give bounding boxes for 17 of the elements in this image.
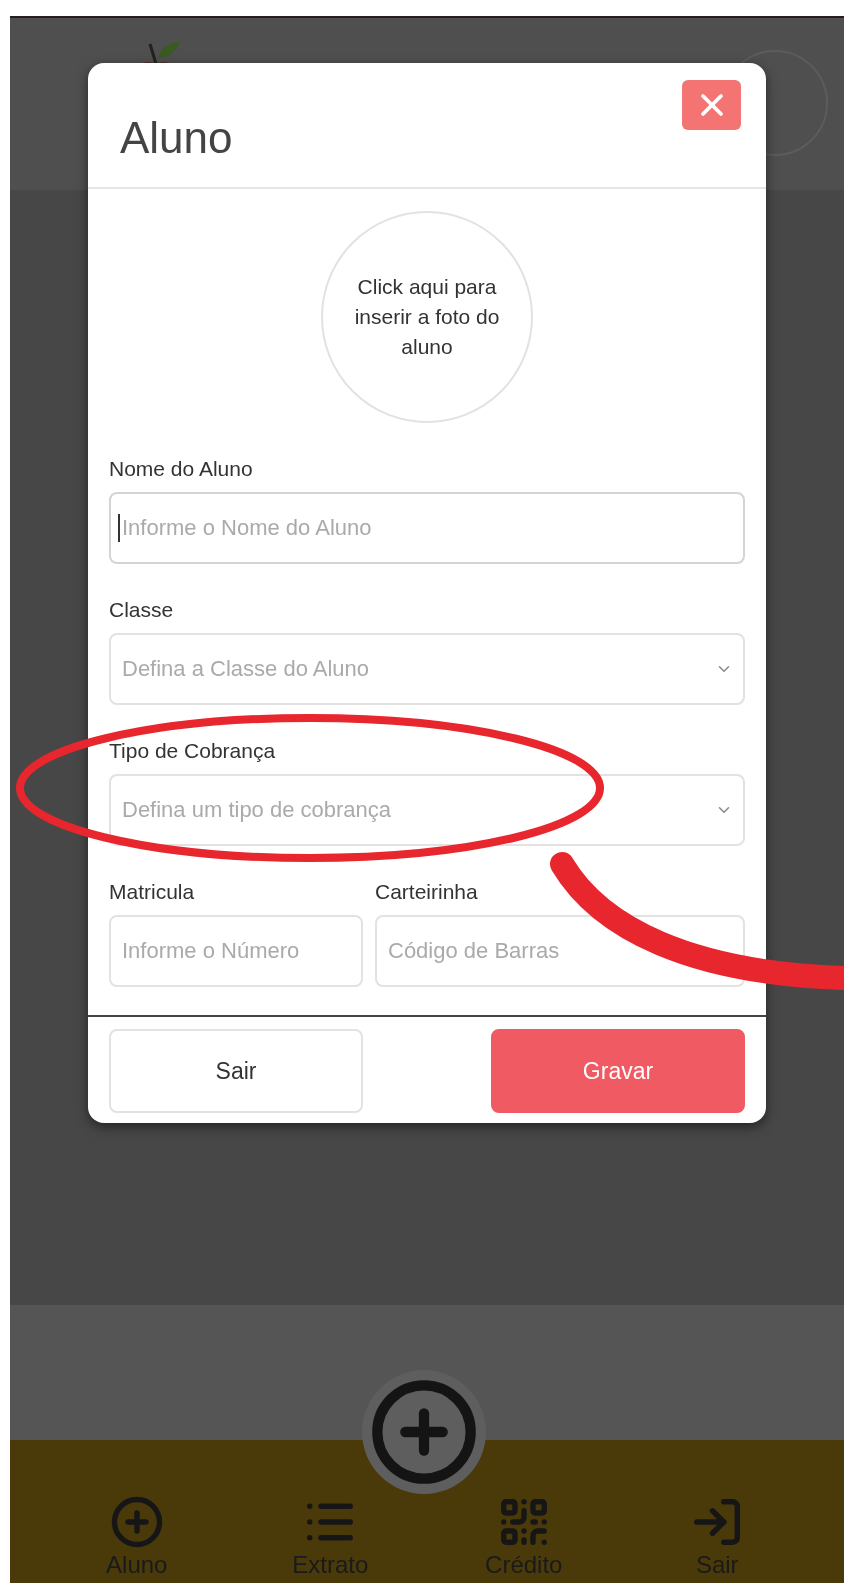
dialog-title: Aluno (120, 113, 234, 163)
field-label: Carteirinha (375, 880, 478, 904)
input-field[interactable]: Código de Barras (375, 915, 745, 987)
select-field[interactable]: Defina um tipo de cobrança (109, 774, 745, 846)
save-button[interactable]: Gravar (491, 1029, 745, 1113)
exit-button[interactable]: Sair (109, 1029, 363, 1113)
close-button[interactable] (682, 80, 741, 130)
input-field[interactable]: Informe o Número (109, 915, 363, 987)
field-label: Nome do Aluno (109, 457, 253, 481)
plus-circle-icon (109, 1495, 164, 1549)
photo-upload-circle[interactable]: Click aqui para inserir a foto do aluno (321, 211, 533, 423)
field-label: Matricula (109, 880, 195, 904)
text-cursor (118, 514, 120, 542)
select-field[interactable]: Defina a Classe do Aluno (109, 633, 745, 705)
field-label: Classe (109, 598, 174, 622)
input-field[interactable]: Informe o Nome do Aluno (109, 492, 745, 564)
field-label: Tipo de Cobrança (109, 739, 276, 763)
